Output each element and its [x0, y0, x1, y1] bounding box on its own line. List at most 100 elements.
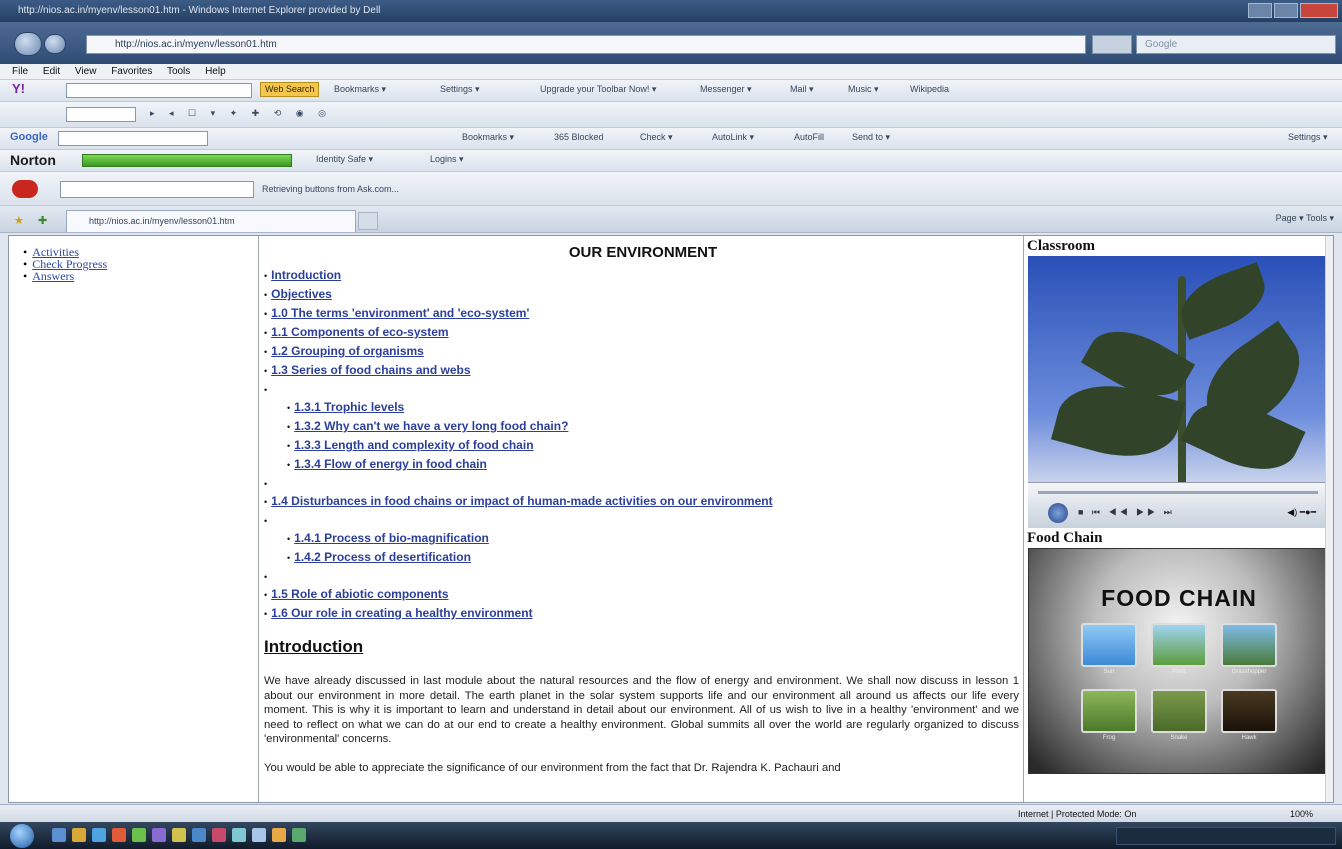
tab-current[interactable]: http://nios.ac.in/myenv/lesson01.htm	[66, 210, 356, 232]
taskbar-app-icon[interactable]	[272, 828, 286, 842]
toc-link[interactable]: 1.3 Series of food chains and webs	[271, 363, 470, 377]
search-input[interactable]: Google	[1136, 35, 1336, 54]
security-zone[interactable]: Internet | Protected Mode: On	[1018, 805, 1136, 823]
google-search-input[interactable]	[58, 131, 208, 146]
food-chain-card-frog	[1081, 689, 1137, 733]
yahoo-settings[interactable]: Settings ▾	[440, 84, 480, 95]
left-nav: Activities Check Progress Answers	[9, 236, 259, 802]
utility-icons[interactable]: ▸ ◂ ☐ ▾ ✦ ✚ ⟲ ◉ ◎	[150, 108, 332, 119]
taskbar-app-icon[interactable]	[112, 828, 126, 842]
yahoo-messenger[interactable]: Messenger ▾	[700, 84, 752, 95]
toc-spacer	[264, 511, 1019, 529]
menu-file[interactable]: File	[12, 66, 28, 77]
yahoo-bookmarks[interactable]: Bookmarks ▾	[334, 84, 386, 95]
maximize-button[interactable]	[1274, 3, 1298, 18]
google-settings[interactable]: Settings ▾	[1288, 132, 1328, 143]
utility-search-input[interactable]	[66, 107, 136, 122]
taskbar-app-icon[interactable]	[92, 828, 106, 842]
google-autofill[interactable]: AutoFill	[794, 132, 824, 142]
food-chain-card-hawk	[1221, 689, 1277, 733]
address-bar-area: http://nios.ac.in/myenv/lesson01.htm Goo…	[0, 22, 1342, 64]
player-buttons[interactable]: ■ ⏮ ◀◀ ▶▶ ⏭	[1078, 507, 1175, 518]
yahoo-wikipedia[interactable]: Wikipedia	[910, 84, 949, 94]
yahoo-mail[interactable]: Mail ▾	[790, 84, 814, 95]
classroom-heading: Classroom	[1027, 238, 1096, 254]
answers-link[interactable]: Answers	[32, 269, 74, 283]
toc-link[interactable]: 1.3.3 Length and complexity of food chai…	[294, 438, 533, 452]
command-bar[interactable]: Page ▾ Tools ▾	[1276, 213, 1334, 224]
toc-link[interactable]: 1.4 Disturbances in food chains or impac…	[271, 494, 772, 508]
new-tab-button[interactable]	[358, 212, 378, 230]
url-input[interactable]: http://nios.ac.in/myenv/lesson01.htm	[86, 35, 1086, 54]
toc-link[interactable]: Introduction	[271, 268, 341, 282]
google-blocked[interactable]: 365 Blocked	[554, 132, 604, 142]
toc-link[interactable]: 1.2 Grouping of organisms	[271, 344, 424, 358]
toc-subitem: 1.3.1 Trophic levels	[264, 398, 1019, 417]
food-chain-card-sun	[1081, 623, 1137, 667]
utility-toolbar: ▸ ◂ ☐ ▾ ✦ ✚ ⟲ ◉ ◎	[0, 102, 1342, 128]
window-controls	[1248, 3, 1338, 18]
taskbar-app-icon[interactable]	[132, 828, 146, 842]
google-autolink[interactable]: AutoLink ▾	[712, 132, 754, 143]
refresh-stop-buttons[interactable]	[1092, 35, 1132, 54]
yahoo-upgrade[interactable]: Upgrade your Toolbar Now! ▾	[540, 84, 656, 95]
taskbar-app-icon[interactable]	[152, 828, 166, 842]
back-button[interactable]	[14, 32, 42, 56]
menu-tools[interactable]: Tools	[167, 66, 190, 77]
start-button[interactable]	[10, 824, 34, 848]
food-chain-label: Snake	[1170, 735, 1188, 741]
norton-safety-bar[interactable]	[82, 154, 292, 167]
toc-link[interactable]: 1.1 Components of eco-system	[271, 325, 448, 339]
toc-spacer	[264, 474, 1019, 492]
forward-button[interactable]	[44, 34, 66, 54]
system-tray[interactable]	[1116, 827, 1336, 845]
play-button[interactable]	[1048, 503, 1068, 523]
vertical-scrollbar[interactable]	[1325, 236, 1333, 802]
food-chain-video[interactable]: FOOD CHAIN Sun Plant Grasshopper Frog Sn…	[1028, 548, 1328, 774]
taskbar-app-icon[interactable]	[212, 828, 226, 842]
menu-edit[interactable]: Edit	[43, 66, 60, 77]
toc-link[interactable]: Objectives	[271, 287, 332, 301]
norton-logins[interactable]: Logins ▾	[430, 154, 464, 165]
toc-link[interactable]: 1.0 The terms 'environment' and 'eco-sys…	[271, 306, 529, 320]
close-button[interactable]	[1300, 3, 1338, 18]
add-favorites-icon[interactable]: ✚	[38, 214, 47, 227]
menu-view[interactable]: View	[75, 66, 97, 77]
classroom-video[interactable]	[1028, 256, 1328, 482]
toc-link[interactable]: 1.6 Our role in creating a healthy envir…	[271, 606, 532, 620]
yahoo-music[interactable]: Music ▾	[848, 84, 879, 95]
taskbar-app-icon[interactable]	[292, 828, 306, 842]
web-search-button[interactable]: Web Search	[260, 82, 320, 97]
google-bookmarks[interactable]: Bookmarks ▾	[462, 132, 514, 143]
zoom-level[interactable]: 100%	[1290, 805, 1313, 823]
intro-paragraph: We have already discussed in last module…	[264, 675, 1019, 745]
yahoo-search-input[interactable]	[66, 83, 252, 98]
google-check[interactable]: Check ▾	[640, 132, 673, 143]
yahoo-logo[interactable]: Y!	[12, 81, 25, 96]
favorites-star-icon[interactable]: ★	[14, 214, 24, 227]
toc-link[interactable]: 1.5 Role of abiotic components	[271, 587, 448, 601]
taskbar-app-icon[interactable]	[232, 828, 246, 842]
food-chain-title: FOOD CHAIN	[1101, 585, 1257, 611]
ask-search-input[interactable]	[60, 181, 254, 198]
toc-link[interactable]: 1.3.4 Flow of energy in food chain	[294, 457, 487, 471]
toc-subitem: 1.4.1 Process of bio-magnification	[264, 529, 1019, 548]
menu-favorites[interactable]: Favorites	[111, 66, 152, 77]
minimize-button[interactable]	[1248, 3, 1272, 18]
toc-link[interactable]: 1.4.2 Process of desertification	[294, 550, 471, 564]
toc-link[interactable]: 1.3.2 Why can't we have a very long food…	[294, 419, 568, 433]
taskbar-app-icon[interactable]	[192, 828, 206, 842]
taskbar-app-icon[interactable]	[72, 828, 86, 842]
taskbar-app-icon[interactable]	[252, 828, 266, 842]
volume-slider[interactable]: ◀) ━●━	[1287, 507, 1316, 518]
norton-identity-safe[interactable]: Identity Safe ▾	[316, 154, 373, 165]
taskbar-app-icon[interactable]	[172, 828, 186, 842]
taskbar-app-icon[interactable]	[52, 828, 66, 842]
seek-bar[interactable]	[1038, 491, 1318, 494]
menu-help[interactable]: Help	[205, 66, 226, 77]
toc-link[interactable]: 1.3.1 Trophic levels	[294, 400, 404, 414]
page-content: Activities Check Progress Answers OUR EN…	[8, 235, 1334, 803]
ask-logo-icon[interactable]	[12, 180, 38, 198]
google-sendto[interactable]: Send to ▾	[852, 132, 890, 143]
toc-link[interactable]: 1.4.1 Process of bio-magnification	[294, 531, 489, 545]
